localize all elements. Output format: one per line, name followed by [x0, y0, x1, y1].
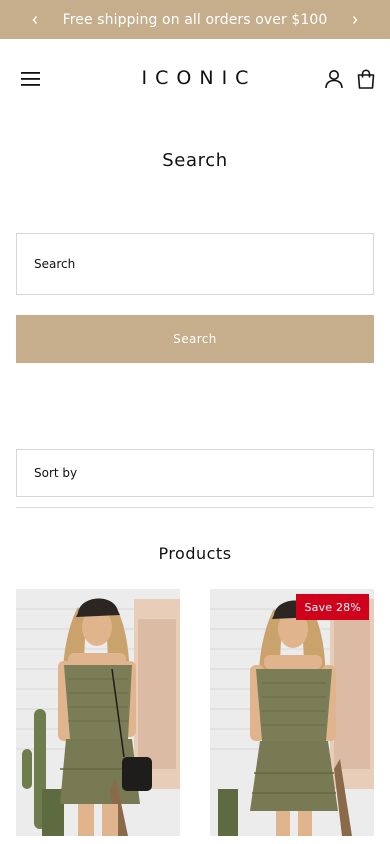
product-image[interactable] — [16, 589, 180, 836]
sort-by-select[interactable]: Sort by — [16, 449, 374, 497]
sale-badge: Save 28% — [296, 594, 369, 620]
user-icon[interactable] — [324, 69, 344, 89]
product-image[interactable] — [210, 589, 374, 836]
chevron-left-icon[interactable] — [20, 0, 50, 39]
announcement-bar: Free shipping on all orders over $100 — [0, 0, 390, 39]
chevron-right-icon[interactable] — [340, 0, 370, 39]
announcement-text: Free shipping on all orders over $100 — [62, 11, 328, 28]
sort-by-label: Sort by — [34, 466, 78, 480]
products-heading: Products — [158, 544, 232, 563]
search-input[interactable] — [16, 233, 374, 295]
site-header: ICONIC — [0, 39, 390, 121]
search-button[interactable]: Search — [16, 315, 374, 363]
divider — [16, 507, 374, 508]
shopping-bag-icon[interactable] — [357, 69, 375, 89]
page-title: Search — [162, 150, 228, 171]
product-card[interactable]: Save 28% — [210, 589, 374, 844]
product-card[interactable] — [16, 589, 180, 844]
